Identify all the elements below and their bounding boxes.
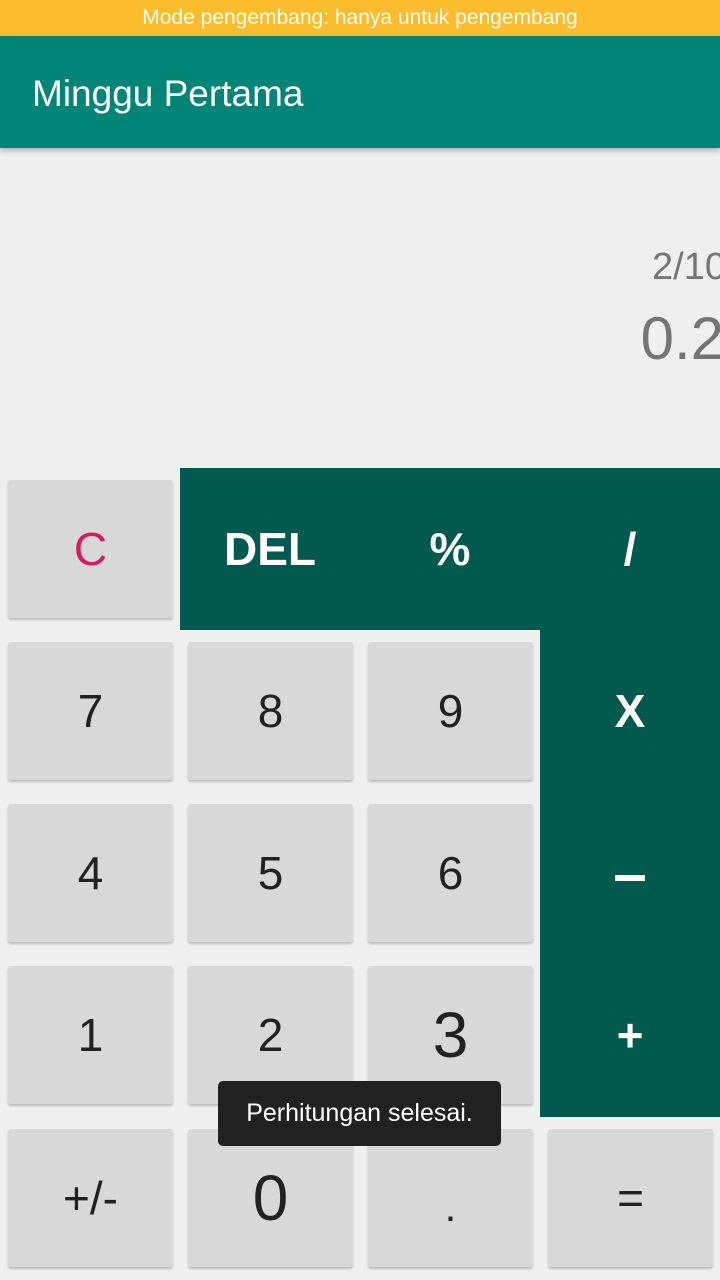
expression-text: 2/10: [652, 246, 720, 288]
digit-0-button[interactable]: 0: [188, 1129, 353, 1267]
developer-mode-banner: Mode pengembang: hanya untuk pengembang: [0, 0, 720, 36]
digit-4-button[interactable]: 4: [8, 804, 173, 942]
digit-6-button[interactable]: 6: [368, 804, 533, 942]
equals-button[interactable]: =: [548, 1129, 713, 1267]
result-text: 0.2: [640, 305, 720, 372]
multiply-button[interactable]: X: [540, 630, 720, 792]
negate-button[interactable]: +/-: [8, 1129, 173, 1267]
digit-9-button[interactable]: 9: [368, 642, 533, 780]
digit-8-button[interactable]: 8: [188, 642, 353, 780]
digit-7-button[interactable]: 7: [8, 642, 173, 780]
app-title: Minggu Pertama: [32, 73, 304, 114]
digit-1-button[interactable]: 1: [8, 966, 173, 1104]
calculator-display: 2/10 0.2: [0, 148, 720, 468]
toast-message: Perhitungan selesai.: [218, 1081, 501, 1146]
percent-button[interactable]: %: [360, 468, 540, 630]
clear-button[interactable]: C: [8, 480, 173, 618]
digit-5-button[interactable]: 5: [188, 804, 353, 942]
divide-button[interactable]: /: [540, 468, 720, 630]
decimal-button[interactable]: .: [368, 1129, 533, 1267]
app-bar: Minggu Pertama: [0, 36, 720, 148]
subtract-button[interactable]: –: [540, 792, 720, 954]
add-button[interactable]: +: [540, 954, 720, 1116]
delete-button[interactable]: DEL: [180, 468, 360, 630]
